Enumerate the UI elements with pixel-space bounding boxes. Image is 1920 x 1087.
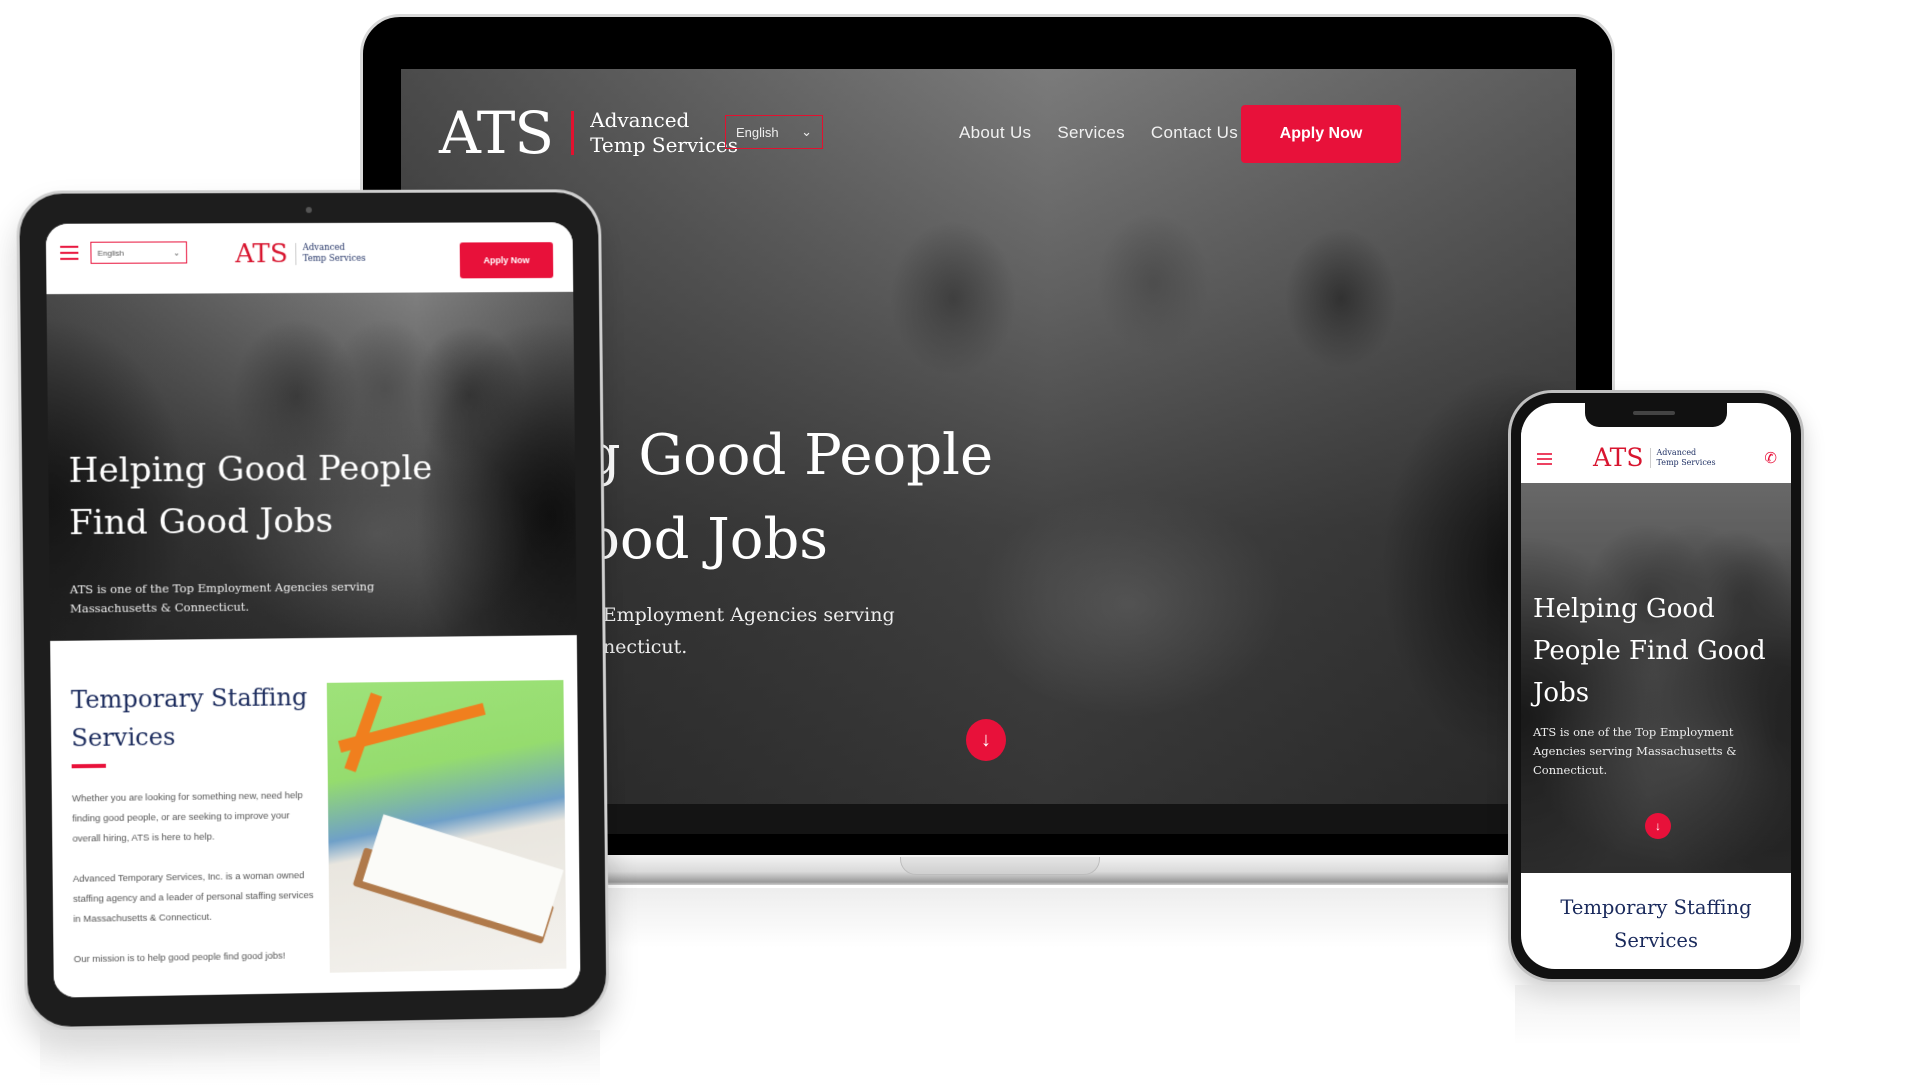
logo-divider	[571, 111, 575, 155]
logo-mark: ATS	[235, 239, 288, 270]
phone-notch	[1585, 403, 1727, 427]
section-title: Temporary Staffing Services	[71, 678, 308, 757]
hero-title: Helping Good People Find Good Jobs	[1533, 588, 1783, 714]
language-select[interactable]: English ⌄	[90, 241, 188, 264]
hero-subtitle: ATS is one of the Top Employment Agencie…	[70, 577, 375, 618]
tablet-reflection	[40, 1030, 600, 1085]
logo-line-1: Advanced	[302, 242, 345, 254]
logo-line-2: Temp Services	[302, 253, 366, 265]
logo-line-1: Advanced	[1656, 447, 1697, 457]
tablet-header: English ⌄ ATS Advanced Temp Services App…	[45, 222, 574, 295]
apply-now-button[interactable]: Apply Now	[459, 242, 554, 279]
language-select[interactable]: English ⌄	[725, 115, 823, 149]
language-select-value: English	[97, 248, 124, 258]
mobile-hero: Helping Good People Find Good Jobs ATS i…	[1521, 483, 1791, 873]
hero-subtitle: ATS is one of the Top Employment Agencie…	[1533, 725, 1737, 777]
logo-line-1: Advanced	[590, 108, 690, 132]
section-title-line-1: Temporary Staffing	[70, 683, 308, 715]
site-logo[interactable]: ATS Advanced Temp Services	[235, 239, 366, 269]
section-body: Whether you are looking for something ne…	[72, 786, 315, 990]
hero-title-line-3: Jobs	[1533, 678, 1590, 708]
language-select-value: English	[736, 124, 779, 140]
logo-text: Advanced Temp Services	[1657, 448, 1716, 468]
chevron-down-icon: ⌄	[801, 124, 812, 139]
logo-divider	[294, 243, 296, 266]
phone-mockup: ATS Advanced Temp Services ✆ Helping Goo…	[1508, 390, 1804, 982]
hero-title: Helping Good People Find Good Jobs	[68, 442, 433, 549]
section-divider	[71, 763, 106, 769]
nav-contact-us[interactable]: Contact Us	[1151, 123, 1238, 143]
tablet-hero: Helping Good People Find Good Jobs ATS i…	[46, 291, 577, 641]
tablet-camera	[305, 206, 312, 214]
mobile-header: ATS Advanced Temp Services ✆	[1521, 427, 1791, 483]
section-paragraph: Whether you are looking for something ne…	[71, 790, 303, 845]
phone-screen: ATS Advanced Temp Services ✆ Helping Goo…	[1521, 403, 1791, 969]
main-nav: About Us Services Contact Us	[959, 123, 1238, 143]
arrow-down-icon: ↓	[1655, 819, 1661, 833]
nav-services[interactable]: Services	[1057, 123, 1125, 143]
scroll-down-button[interactable]: ↓	[1645, 813, 1671, 839]
hero-subtitle-line-1: ATS is one of the Top Employment Agencie…	[69, 579, 375, 597]
phone-reflection	[1515, 985, 1800, 1045]
hero-subtitle-line-2: Massachusetts & Connecticut.	[69, 599, 250, 616]
logo-text: Advanced Temp Services	[303, 243, 366, 265]
logo-mark: ATS	[1593, 443, 1644, 472]
section-title-line-2: Services	[71, 722, 176, 753]
section-paragraph: Advanced Temporary Services, Inc. is a w…	[72, 870, 314, 926]
section-title: Temporary Staffing Services	[1521, 891, 1791, 957]
logo-line-2: Temp Services	[1656, 457, 1716, 467]
section-title-line-1: Temporary Staffing	[1560, 896, 1752, 919]
section-title-line-2: Services	[1614, 929, 1698, 952]
laptop-lid-notch	[900, 857, 1100, 875]
hero-title-line-2: People Find Good	[1533, 636, 1766, 666]
apply-now-button[interactable]: Apply Now	[1241, 105, 1401, 163]
nav-about-us[interactable]: About Us	[959, 123, 1031, 143]
worker-clipboard-photo	[326, 680, 567, 973]
hamburger-icon[interactable]	[1537, 453, 1552, 468]
scroll-down-button[interactable]: ↓	[966, 719, 1006, 761]
tablet-mockup: English ⌄ ATS Advanced Temp Services App…	[16, 189, 610, 1031]
hamburger-icon[interactable]	[60, 245, 79, 264]
site-logo[interactable]: ATS Advanced Temp Services	[439, 99, 738, 167]
site-logo[interactable]: ATS Advanced Temp Services	[1593, 443, 1716, 472]
hero-title-line-1: Helping Good People	[68, 448, 433, 492]
hero-title-line-2: Find Good Jobs	[68, 500, 334, 544]
section-paragraph: Our mission is to help good people find …	[73, 950, 286, 966]
chevron-down-icon: ⌄	[173, 247, 181, 257]
logo-text: Advanced Temp Services	[590, 108, 738, 158]
phone-icon[interactable]: ✆	[1764, 449, 1777, 467]
arrow-down-icon: ↓	[981, 728, 991, 751]
hero-title-line-1: Helping Good	[1533, 594, 1715, 624]
logo-divider	[1649, 447, 1651, 468]
logo-mark: ATS	[439, 99, 554, 167]
logo-line-2: Temp Services	[590, 133, 738, 157]
desktop-header: ATS Advanced Temp Services English ⌄ Abo…	[401, 69, 1576, 199]
staffing-services-section: Temporary Staffing Services Whether you …	[50, 635, 581, 998]
tablet-screen: English ⌄ ATS Advanced Temp Services App…	[45, 222, 581, 998]
